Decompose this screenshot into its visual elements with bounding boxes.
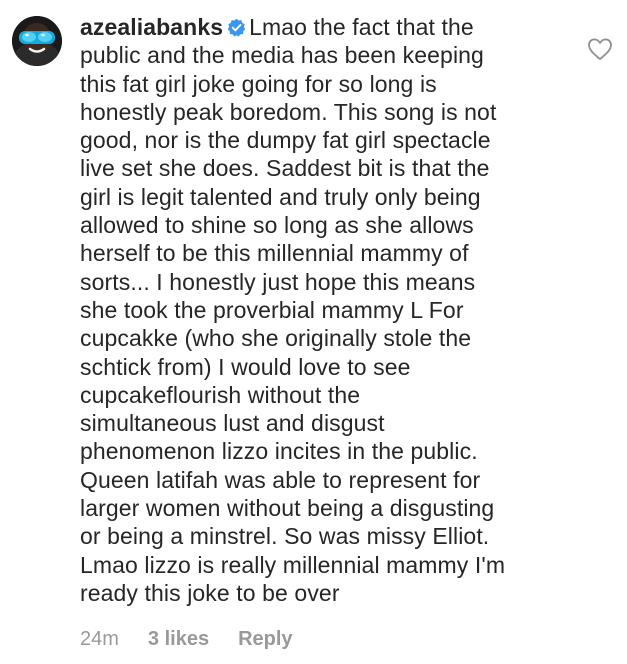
comment: azealiabanks Lmao the fact that the publi… bbox=[0, 0, 627, 664]
likes-count-button[interactable]: 3 likes bbox=[148, 628, 209, 651]
reply-button[interactable]: Reply bbox=[238, 628, 292, 651]
avatar-image bbox=[12, 16, 62, 66]
heart-outline-icon[interactable] bbox=[587, 37, 613, 61]
comment-body: azealiabanks Lmao the fact that the publi… bbox=[80, 13, 560, 607]
comment-meta: 24m 3 likes Reply bbox=[80, 628, 293, 651]
username-link[interactable]: azealiabanks bbox=[80, 14, 223, 40]
comment-text: Lmao the fact that the public and the me… bbox=[80, 14, 506, 606]
verified-badge-icon bbox=[227, 18, 246, 37]
comment-timestamp: 24m bbox=[80, 628, 119, 650]
avatar[interactable] bbox=[12, 16, 62, 66]
